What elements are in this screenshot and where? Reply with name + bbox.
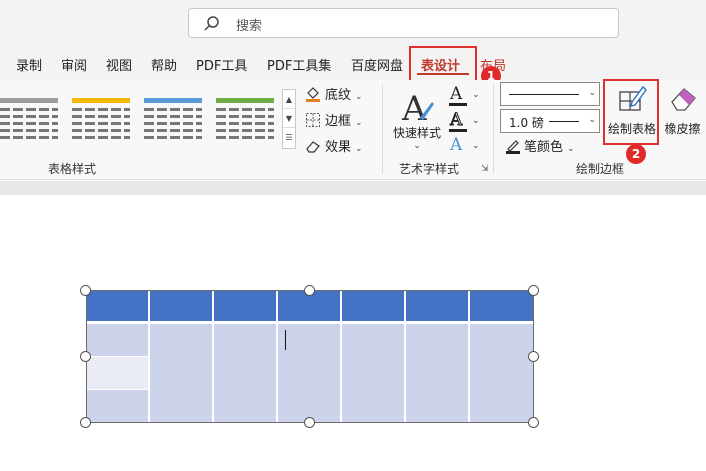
paint-bucket-icon	[306, 87, 320, 102]
eraser-effects-icon	[306, 141, 320, 153]
pen-color-button[interactable]: 笔颜色 ⌄	[505, 136, 575, 155]
style-header-gray	[0, 98, 58, 103]
pen-color-label: 笔颜色	[524, 140, 564, 155]
line-style-dropdown[interactable]: ⌄	[500, 82, 600, 106]
text-outline-icon: A	[449, 110, 463, 131]
chevron-down-icon: ⌄	[588, 115, 596, 125]
text-effects-icon: A	[450, 135, 463, 155]
separator	[493, 84, 494, 174]
tab-baidu-netdisk[interactable]: 百度网盘	[351, 55, 403, 74]
tab-review[interactable]: 审阅	[61, 55, 87, 74]
quick-styles-icon: A	[401, 89, 434, 124]
selected-table[interactable]	[86, 290, 534, 423]
chevron-down-icon: ⌄	[355, 144, 363, 154]
chevron-down-icon: ⌄	[355, 118, 363, 128]
ribbon-tabs: 录制 审阅 视图 帮助 PDF工具 PDF工具集 百度网盘 表设计 布局	[0, 46, 706, 80]
gallery-down-icon[interactable]: ▼	[283, 109, 295, 128]
table-style-green[interactable]	[216, 96, 276, 142]
border-grid-icon	[306, 113, 320, 127]
style-header-green	[216, 98, 274, 103]
chevron-down-icon: ⌄	[355, 92, 363, 102]
tab-pdf-tools[interactable]: PDF工具	[196, 55, 247, 74]
resize-handle-right[interactable]	[528, 351, 539, 362]
chevron-down-icon: ⌄	[472, 141, 480, 151]
group-label-table-styles: 表格样式	[48, 162, 97, 176]
highlight-draw-table	[603, 79, 659, 145]
text-outline-swatch	[449, 129, 467, 132]
text-effects-button[interactable]: A ⌄	[448, 135, 482, 157]
chevron-down-icon: ⌄	[588, 88, 596, 98]
group-label-wordart: 艺术字样式	[399, 162, 460, 176]
separator	[382, 84, 383, 174]
resize-handle-top[interactable]	[304, 285, 315, 296]
table-style-gray[interactable]	[0, 96, 60, 142]
quick-styles-button[interactable]: A 快速样式 ⌄	[390, 86, 444, 152]
table-styles-gallery	[0, 96, 282, 142]
gallery-scroll[interactable]: ▲ ▼ ☰	[282, 89, 296, 149]
resize-handle-bottom-right[interactable]	[528, 417, 539, 428]
quick-styles-label: 快速样式	[392, 126, 441, 140]
line-weight-preview	[549, 121, 579, 122]
ribbon-document-gap	[0, 181, 706, 195]
shading-button[interactable]: 底纹 ⌄	[305, 84, 363, 104]
table-style-gold[interactable]	[72, 96, 132, 142]
pen-color-icon	[506, 140, 520, 154]
chevron-down-icon: ⌄	[472, 90, 480, 100]
title-bar: 搜索	[0, 0, 706, 46]
shading-label: 底纹	[325, 88, 352, 103]
gallery-more-icon[interactable]: ☰	[283, 128, 295, 147]
chevron-down-icon: ⌄	[472, 116, 480, 126]
tab-pdf-toolset[interactable]: PDF工具集	[267, 55, 331, 74]
borders-label: 边框	[325, 114, 352, 129]
text-fill-icon: A	[450, 84, 463, 104]
text-fill-swatch	[449, 103, 467, 106]
search-box[interactable]: 搜索	[188, 8, 619, 38]
selection-border	[86, 290, 534, 423]
group-label-draw-borders: 绘制边框	[576, 162, 625, 176]
tab-view[interactable]: 视图	[106, 55, 132, 74]
line-weight-dropdown[interactable]: 1.0 磅 ⌄	[500, 109, 600, 133]
eraser-label: 橡皮擦	[664, 122, 701, 136]
tab-record[interactable]: 录制	[16, 55, 42, 74]
table-style-blue[interactable]	[144, 96, 204, 142]
search-placeholder: 搜索	[236, 19, 263, 34]
text-outline-button[interactable]: A ⌄	[448, 110, 482, 132]
search-icon	[204, 16, 219, 31]
gallery-up-icon[interactable]: ▲	[283, 90, 295, 109]
resize-handle-top-left[interactable]	[80, 285, 91, 296]
eraser-button[interactable]: 橡皮擦	[659, 84, 706, 144]
resize-handle-left[interactable]	[80, 351, 91, 362]
eraser-icon	[670, 88, 696, 111]
step-badge-2: 2	[626, 144, 646, 164]
chevron-down-icon: ⌄	[413, 141, 421, 151]
text-fill-button[interactable]: A ⌄	[448, 84, 482, 106]
chevron-down-icon: ⌄	[567, 144, 575, 154]
resize-handle-bottom-left[interactable]	[80, 417, 91, 428]
resize-handle-top-right[interactable]	[528, 285, 539, 296]
dialog-launcher-icon[interactable]: ⇲	[481, 164, 489, 174]
style-header-blue	[144, 98, 202, 103]
tab-help[interactable]: 帮助	[151, 55, 177, 74]
highlight-table-design	[409, 46, 477, 84]
line-style-preview	[509, 94, 579, 95]
borders-button[interactable]: 边框 ⌄	[305, 110, 363, 130]
style-header-gold	[72, 98, 130, 103]
line-weight-value: 1.0 磅	[509, 116, 544, 130]
effects-label: 效果	[325, 140, 352, 155]
resize-handle-bottom[interactable]	[304, 417, 315, 428]
ribbon: ▲ ▼ ☰ 底纹 ⌄ 边框 ⌄ 效果 ⌄ 表格样式 A 快速样式 ⌄ A ⌄ A…	[0, 80, 706, 180]
effects-button[interactable]: 效果 ⌄	[305, 136, 363, 156]
